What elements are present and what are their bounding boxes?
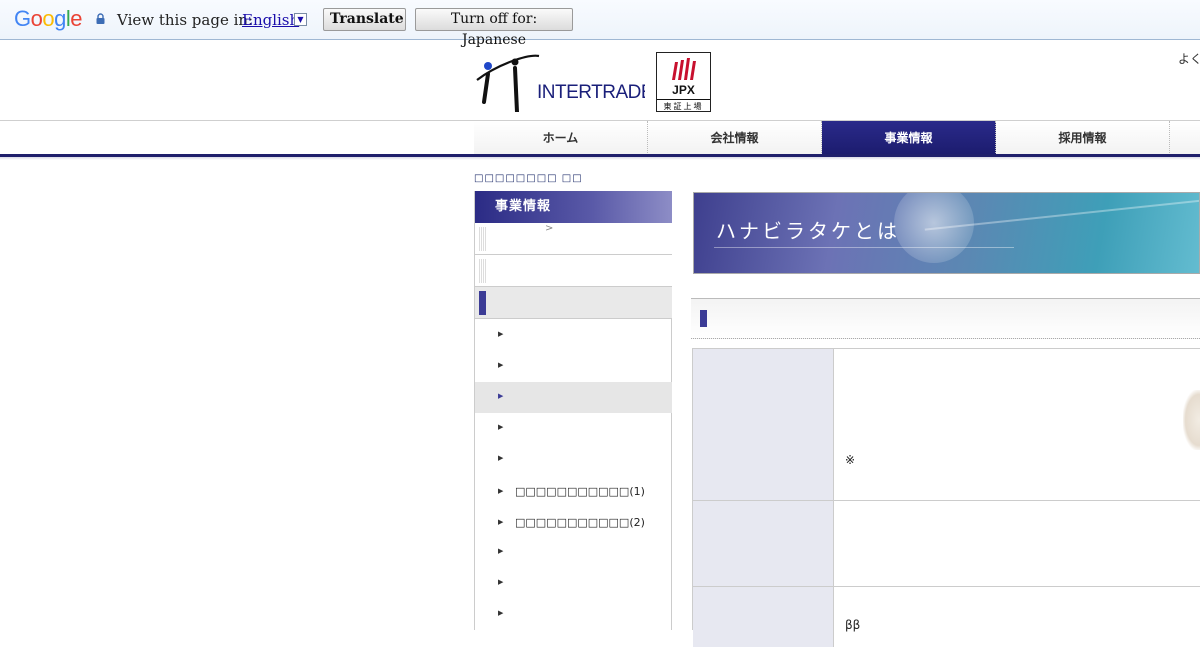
triangle-right-icon: ▶ <box>498 518 504 526</box>
sidebar-category-extra: > <box>545 223 554 234</box>
nav-item-company[interactable]: 会社情報 <box>648 121 822 155</box>
translate-button[interactable]: Translate <box>323 8 406 31</box>
sidebar-subitem[interactable]: ▶ <box>475 382 672 413</box>
jpx-bars-icon <box>672 58 696 80</box>
sidebar-category-1[interactable]: > <box>475 223 672 255</box>
table-row <box>693 501 1200 587</box>
translate-prompt: View this page in: <box>117 11 254 29</box>
intertrade-logo[interactable]: INTERTRADE <box>473 52 645 112</box>
sidebar-category-3[interactable] <box>475 287 672 319</box>
triangle-right-icon: ▶ <box>498 454 504 462</box>
jpx-sub-label: 東証上場 <box>657 99 710 112</box>
table-header-cell <box>693 587 834 647</box>
table-row: ※ <box>693 349 1200 501</box>
lock-icon <box>96 13 105 24</box>
sidebar-subitem[interactable]: ▶ □□□□□□□□□□□(1) <box>475 477 672 508</box>
sidebar-marker <box>479 227 486 251</box>
nav-item-business[interactable]: 事業情報 <box>822 121 996 155</box>
section-heading <box>691 298 1200 339</box>
nav-item-home[interactable]: ホーム <box>474 121 648 155</box>
triangle-right-icon: ▶ <box>498 423 504 431</box>
faq-link[interactable]: よく <box>1178 50 1200 67</box>
triangle-right-icon: ▶ <box>498 361 504 369</box>
triangle-right-icon: ▶ <box>498 330 504 338</box>
table-header-cell <box>693 349 834 500</box>
sidebar-category-2[interactable] <box>475 255 672 287</box>
mushroom-image <box>1183 390 1200 450</box>
language-select[interactable]: English <box>242 11 299 29</box>
table-cell: ※ <box>834 349 1200 500</box>
section-marker <box>700 310 707 327</box>
table-cell: ββ <box>834 587 1200 647</box>
sidebar-subitem-label: □□□□□□□□□□□(1) <box>515 485 645 498</box>
sidebar-marker <box>479 291 486 315</box>
sidebar: 事業情報 > ▶ ▶ ▶ ▶ ▶ ▶ □□□□□□□□□□□(1) ▶ □□□□□□… <box>474 191 672 630</box>
page-title: ハナビラタケとは <box>716 219 900 243</box>
global-nav: ホーム 会社情報 事業情報 採用情報 <box>474 121 1200 155</box>
turn-off-translate-button[interactable]: Turn off for: Japanese <box>415 8 573 48</box>
sidebar-subitem[interactable]: ▶ <box>475 444 672 475</box>
breadcrumb[interactable]: □□□□□□□□ □□ <box>474 173 583 184</box>
sidebar-subitem[interactable]: ▶ <box>475 568 672 599</box>
note-mark: ※ <box>845 453 856 467</box>
info-table: ※ ββ <box>692 348 1200 647</box>
nav-item-recruit[interactable]: 採用情報 <box>996 121 1170 155</box>
translate-bar: Google View this page in: English ▼ Tran… <box>0 0 1200 48</box>
chevron-down-icon[interactable]: ▼ <box>294 13 307 26</box>
sidebar-subitem[interactable]: ▶ <box>475 537 672 568</box>
triangle-right-icon: ▶ <box>498 392 504 400</box>
google-logo: Google <box>14 6 83 31</box>
triangle-right-icon: ▶ <box>498 547 504 555</box>
sidebar-heading: 事業情報 <box>475 191 672 223</box>
jpx-badge: JPX 東証上場 <box>656 52 711 112</box>
sidebar-subitem[interactable]: ▶ <box>475 599 672 630</box>
table-header-cell <box>693 501 834 586</box>
sidebar-subitem[interactable]: ▶ □□□□□□□□□□□(2) <box>475 508 672 539</box>
triangle-right-icon: ▶ <box>498 487 504 495</box>
triangle-right-icon: ▶ <box>498 578 504 586</box>
table-cell <box>834 501 1200 586</box>
logo-text: INTERTRADE <box>537 82 645 103</box>
jpx-label: JPX <box>672 83 695 97</box>
page-title-banner: ハナビラタケとは <box>693 192 1200 274</box>
triangle-right-icon: ▶ <box>498 609 504 617</box>
sidebar-marker <box>479 259 486 283</box>
sidebar-subitem-label: □□□□□□□□□□□(2) <box>515 516 645 529</box>
banner-underline <box>714 247 1014 248</box>
sidebar-subitem[interactable]: ▶ <box>475 351 672 382</box>
table-row: ββ <box>693 587 1200 647</box>
nav-shadow <box>0 157 1200 160</box>
sidebar-subitem[interactable]: ▶ <box>475 413 672 444</box>
sidebar-subitem[interactable]: ▶ <box>475 320 672 351</box>
